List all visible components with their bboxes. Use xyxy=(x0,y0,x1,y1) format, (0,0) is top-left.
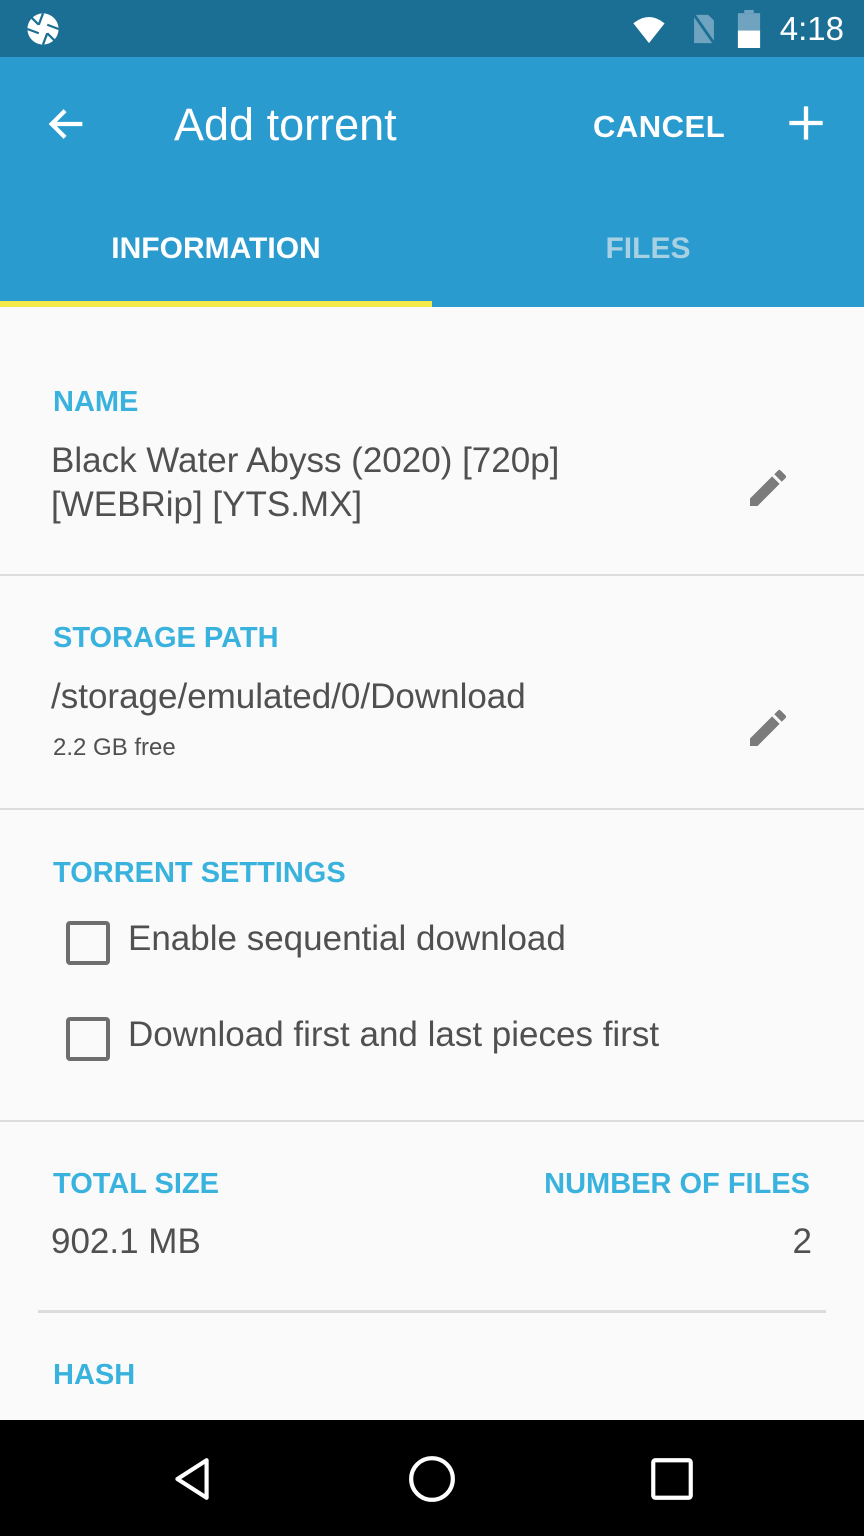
app-bar: Add torrent CANCEL INFORMATION FILES xyxy=(0,57,864,307)
sequential-download-checkbox[interactable] xyxy=(66,921,110,965)
battery-icon xyxy=(737,10,761,48)
torrent-name-line2: [WEBRip] [YTS.MX] xyxy=(51,485,363,524)
total-size-value: 902.1 MB xyxy=(51,1222,201,1261)
free-space: 2.2 GB free xyxy=(53,734,176,761)
first-last-pieces-checkbox[interactable] xyxy=(66,1017,110,1061)
number-of-files-value: 2 xyxy=(792,1222,812,1261)
recents-square-icon[interactable] xyxy=(647,1454,697,1504)
status-bar: 4:18 xyxy=(0,0,864,57)
torrent-settings-label: TORRENT SETTINGS xyxy=(53,857,346,889)
total-size-label: TOTAL SIZE xyxy=(53,1168,219,1200)
divider xyxy=(0,1120,864,1122)
edit-storage-path-icon[interactable] xyxy=(744,704,792,752)
page-title: Add torrent xyxy=(174,99,397,150)
name-label: NAME xyxy=(53,386,139,418)
back-triangle-icon[interactable] xyxy=(167,1454,217,1504)
sequential-download-label: Enable sequential download xyxy=(128,919,566,958)
arrow-back-icon[interactable] xyxy=(44,101,90,147)
cancel-button[interactable]: CANCEL xyxy=(593,109,725,145)
number-of-files-label: NUMBER OF FILES xyxy=(544,1168,810,1200)
aperture-icon xyxy=(27,13,59,45)
edit-name-icon[interactable] xyxy=(744,464,792,512)
no-sim-icon xyxy=(692,14,716,44)
tab-indicator xyxy=(0,301,432,307)
navigation-bar xyxy=(0,1420,864,1536)
divider xyxy=(0,808,864,810)
wifi-icon xyxy=(633,16,665,44)
plus-icon[interactable] xyxy=(786,103,826,143)
clock: 4:18 xyxy=(779,10,844,47)
torrent-name-line1: Black Water Abyss (2020) [720p] xyxy=(51,441,560,480)
tab-information[interactable]: INFORMATION xyxy=(0,230,432,307)
first-last-pieces-label: Download first and last pieces first xyxy=(128,1015,660,1054)
home-circle-icon[interactable] xyxy=(407,1454,457,1504)
storage-path-value: /storage/emulated/0/Download xyxy=(51,677,526,716)
divider xyxy=(0,574,864,576)
tab-files[interactable]: FILES xyxy=(432,230,864,307)
storage-path-label: STORAGE PATH xyxy=(53,622,279,654)
hash-label: HASH xyxy=(53,1359,136,1391)
divider xyxy=(38,1310,826,1313)
